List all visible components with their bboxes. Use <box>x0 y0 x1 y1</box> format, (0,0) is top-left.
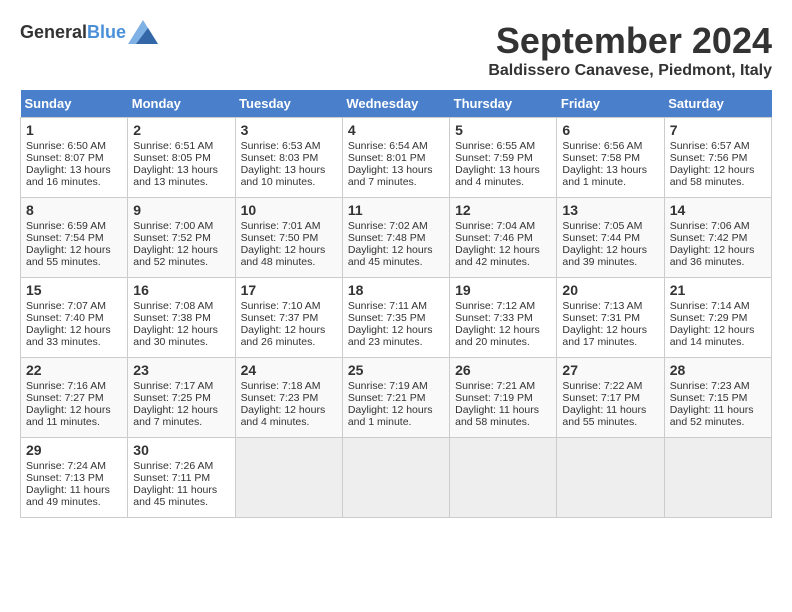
day-cell-10: 10 Sunrise: 7:01 AMSunset: 7:50 PMDaylig… <box>235 198 342 278</box>
day-cell-13: 13 Sunrise: 7:05 AMSunset: 7:44 PMDaylig… <box>557 198 664 278</box>
day-number: 22 <box>26 362 122 378</box>
col-saturday: Saturday <box>664 90 771 118</box>
logo-general: General <box>20 22 87 42</box>
day-cell-23: 23 Sunrise: 7:17 AMSunset: 7:25 PMDaylig… <box>128 358 235 438</box>
day-cell-1: 1 Sunrise: 6:50 AMSunset: 8:07 PMDayligh… <box>21 118 128 198</box>
day-number: 26 <box>455 362 551 378</box>
day-cell-28: 28 Sunrise: 7:23 AMSunset: 7:15 PMDaylig… <box>664 358 771 438</box>
header: GeneralBlue September 2024 Baldissero Ca… <box>20 20 772 80</box>
col-wednesday: Wednesday <box>342 90 449 118</box>
day-cell-26: 26 Sunrise: 7:21 AMSunset: 7:19 PMDaylig… <box>450 358 557 438</box>
col-monday: Monday <box>128 90 235 118</box>
day-number: 25 <box>348 362 444 378</box>
day-cell-24: 24 Sunrise: 7:18 AMSunset: 7:23 PMDaylig… <box>235 358 342 438</box>
day-number: 13 <box>562 202 658 218</box>
day-number: 2 <box>133 122 229 138</box>
day-cell-11: 11 Sunrise: 7:02 AMSunset: 7:48 PMDaylig… <box>342 198 449 278</box>
day-number: 17 <box>241 282 337 298</box>
col-friday: Friday <box>557 90 664 118</box>
calendar-table: Sunday Monday Tuesday Wednesday Thursday… <box>20 90 772 518</box>
day-cell-17: 17 Sunrise: 7:10 AMSunset: 7:37 PMDaylig… <box>235 278 342 358</box>
empty-cell <box>557 438 664 518</box>
col-sunday: Sunday <box>21 90 128 118</box>
day-cell-29: 29 Sunrise: 7:24 AMSunset: 7:13 PMDaylig… <box>21 438 128 518</box>
day-cell-4: 4 Sunrise: 6:54 AMSunset: 8:01 PMDayligh… <box>342 118 449 198</box>
week-row-3: 15 Sunrise: 7:07 AMSunset: 7:40 PMDaylig… <box>21 278 772 358</box>
day-number: 1 <box>26 122 122 138</box>
day-number: 8 <box>26 202 122 218</box>
empty-cell <box>450 438 557 518</box>
day-number: 18 <box>348 282 444 298</box>
week-row-2: 8 Sunrise: 6:59 AMSunset: 7:54 PMDayligh… <box>21 198 772 278</box>
day-number: 15 <box>26 282 122 298</box>
day-cell-19: 19 Sunrise: 7:12 AMSunset: 7:33 PMDaylig… <box>450 278 557 358</box>
col-thursday: Thursday <box>450 90 557 118</box>
day-cell-3: 3 Sunrise: 6:53 AMSunset: 8:03 PMDayligh… <box>235 118 342 198</box>
logo-icon <box>128 20 158 44</box>
day-number: 9 <box>133 202 229 218</box>
day-cell-16: 16 Sunrise: 7:08 AMSunset: 7:38 PMDaylig… <box>128 278 235 358</box>
day-cell-15: 15 Sunrise: 7:07 AMSunset: 7:40 PMDaylig… <box>21 278 128 358</box>
day-number: 20 <box>562 282 658 298</box>
day-cell-14: 14 Sunrise: 7:06 AMSunset: 7:42 PMDaylig… <box>664 198 771 278</box>
day-number: 10 <box>241 202 337 218</box>
day-cell-12: 12 Sunrise: 7:04 AMSunset: 7:46 PMDaylig… <box>450 198 557 278</box>
day-number: 28 <box>670 362 766 378</box>
day-number: 11 <box>348 202 444 218</box>
day-number: 24 <box>241 362 337 378</box>
day-number: 27 <box>562 362 658 378</box>
day-number: 19 <box>455 282 551 298</box>
day-number: 30 <box>133 442 229 458</box>
day-number: 5 <box>455 122 551 138</box>
empty-cell <box>342 438 449 518</box>
day-cell-21: 21 Sunrise: 7:14 AMSunset: 7:29 PMDaylig… <box>664 278 771 358</box>
day-number: 6 <box>562 122 658 138</box>
day-cell-30: 30 Sunrise: 7:26 AMSunset: 7:11 PMDaylig… <box>128 438 235 518</box>
day-cell-7: 7 Sunrise: 6:57 AMSunset: 7:56 PMDayligh… <box>664 118 771 198</box>
day-number: 7 <box>670 122 766 138</box>
day-number: 29 <box>26 442 122 458</box>
day-number: 12 <box>455 202 551 218</box>
day-cell-9: 9 Sunrise: 7:00 AMSunset: 7:52 PMDayligh… <box>128 198 235 278</box>
logo: GeneralBlue <box>20 20 158 44</box>
col-tuesday: Tuesday <box>235 90 342 118</box>
header-row: Sunday Monday Tuesday Wednesday Thursday… <box>21 90 772 118</box>
day-number: 21 <box>670 282 766 298</box>
day-number: 3 <box>241 122 337 138</box>
week-row-5: 29 Sunrise: 7:24 AMSunset: 7:13 PMDaylig… <box>21 438 772 518</box>
logo-blue: Blue <box>87 22 126 42</box>
day-cell-25: 25 Sunrise: 7:19 AMSunset: 7:21 PMDaylig… <box>342 358 449 438</box>
title-area: September 2024 Baldissero Canavese, Pied… <box>488 20 772 80</box>
day-cell-18: 18 Sunrise: 7:11 AMSunset: 7:35 PMDaylig… <box>342 278 449 358</box>
day-cell-20: 20 Sunrise: 7:13 AMSunset: 7:31 PMDaylig… <box>557 278 664 358</box>
day-number: 16 <box>133 282 229 298</box>
week-row-1: 1 Sunrise: 6:50 AMSunset: 8:07 PMDayligh… <box>21 118 772 198</box>
month-title: September 2024 <box>488 20 772 62</box>
day-cell-22: 22 Sunrise: 7:16 AMSunset: 7:27 PMDaylig… <box>21 358 128 438</box>
day-cell-2: 2 Sunrise: 6:51 AMSunset: 8:05 PMDayligh… <box>128 118 235 198</box>
empty-cell <box>664 438 771 518</box>
day-number: 14 <box>670 202 766 218</box>
day-cell-27: 27 Sunrise: 7:22 AMSunset: 7:17 PMDaylig… <box>557 358 664 438</box>
day-cell-5: 5 Sunrise: 6:55 AMSunset: 7:59 PMDayligh… <box>450 118 557 198</box>
empty-cell <box>235 438 342 518</box>
day-cell-8: 8 Sunrise: 6:59 AMSunset: 7:54 PMDayligh… <box>21 198 128 278</box>
week-row-4: 22 Sunrise: 7:16 AMSunset: 7:27 PMDaylig… <box>21 358 772 438</box>
day-number: 4 <box>348 122 444 138</box>
day-cell-6: 6 Sunrise: 6:56 AMSunset: 7:58 PMDayligh… <box>557 118 664 198</box>
day-number: 23 <box>133 362 229 378</box>
location-title: Baldissero Canavese, Piedmont, Italy <box>488 62 772 80</box>
